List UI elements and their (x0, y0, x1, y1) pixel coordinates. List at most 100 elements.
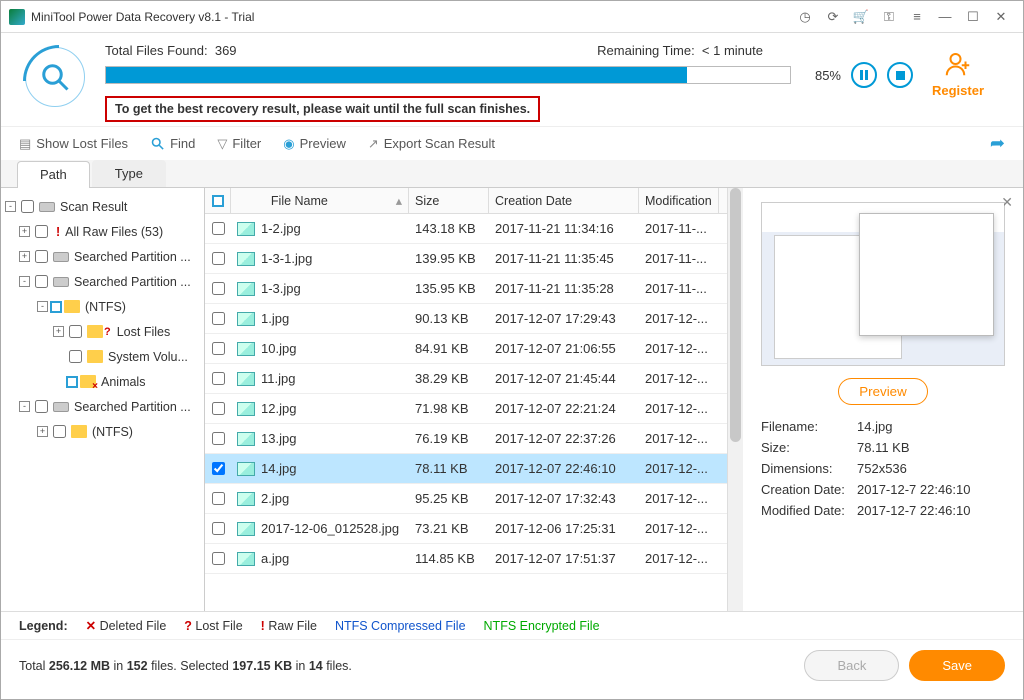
row-checkbox[interactable] (212, 342, 225, 355)
cart-icon[interactable]: 🛒 (847, 3, 875, 31)
expand-icon[interactable]: + (19, 251, 30, 262)
table-row[interactable]: 2017-12-06_012528.jpg73.21 KB2017-12-06 … (205, 514, 727, 544)
checkbox[interactable] (53, 425, 66, 438)
meta-creation: 2017-12-7 22:46:10 (857, 482, 970, 497)
checkbox[interactable] (35, 250, 48, 263)
expand-icon[interactable]: + (19, 226, 30, 237)
row-checkbox[interactable] (212, 282, 225, 295)
tree-node[interactable]: - Searched Partition ... (1, 394, 204, 419)
tree-node[interactable]: +Searched Partition ... (1, 244, 204, 269)
file-modification: 2017-12-... (639, 394, 719, 423)
register-button[interactable]: Register (913, 43, 1003, 98)
image-icon (237, 462, 255, 476)
tab-path[interactable]: Path (17, 161, 90, 188)
drive-icon (39, 202, 55, 212)
file-list-header: File Name▴ Size Creation Date Modificati… (205, 188, 727, 214)
toolbar: ▤Show Lost Files Find ▽Filter ◉Preview ↗… (1, 126, 1023, 160)
export-button[interactable]: ↗Export Scan Result (368, 136, 495, 152)
share-icon[interactable]: ➦ (990, 133, 1005, 154)
row-checkbox[interactable] (212, 252, 225, 265)
filter-button[interactable]: ▽Filter (217, 136, 261, 152)
expand-icon[interactable]: - (5, 201, 16, 212)
maximize-button[interactable]: ☐ (959, 3, 987, 31)
column-creation[interactable]: Creation Date (489, 188, 639, 213)
row-checkbox[interactable] (212, 432, 225, 445)
open-preview-button[interactable]: Preview (838, 378, 927, 405)
table-row[interactable]: 2.jpg95.25 KB2017-12-07 17:32:432017-12-… (205, 484, 727, 514)
save-button[interactable]: Save (909, 650, 1005, 681)
tree-node[interactable]: Animals (1, 369, 204, 394)
expand-icon[interactable]: - (19, 276, 30, 287)
find-button[interactable]: Find (150, 136, 195, 151)
show-lost-files-button[interactable]: ▤Show Lost Files (19, 136, 128, 152)
scrollbar-vertical[interactable] (727, 188, 743, 611)
expand-icon[interactable]: - (37, 301, 48, 312)
file-name: 14.jpg (261, 461, 296, 476)
row-checkbox[interactable] (212, 492, 225, 505)
checkbox[interactable] (69, 325, 82, 338)
table-row[interactable]: 13.jpg76.19 KB2017-12-07 22:37:262017-12… (205, 424, 727, 454)
tree-node[interactable]: +(NTFS) (1, 419, 204, 444)
tab-type[interactable]: Type (92, 160, 166, 187)
app-icon (9, 9, 25, 25)
table-row[interactable]: 12.jpg71.98 KB2017-12-07 22:21:242017-12… (205, 394, 727, 424)
row-checkbox[interactable] (212, 372, 225, 385)
column-filename[interactable]: File Name▴ (231, 188, 409, 213)
row-checkbox[interactable] (212, 462, 225, 475)
file-creation: 2017-12-07 17:29:43 (489, 304, 639, 333)
table-row[interactable]: 1-3-1.jpg139.95 KB2017-11-21 11:35:45201… (205, 244, 727, 274)
pause-button[interactable] (851, 62, 877, 88)
checkbox[interactable] (66, 376, 78, 388)
preview-button[interactable]: ◉Preview (283, 136, 346, 152)
table-row[interactable]: a.jpg114.85 KB2017-12-07 17:51:372017-12… (205, 544, 727, 574)
file-creation: 2017-12-07 17:51:37 (489, 544, 639, 573)
header-checkbox[interactable] (205, 188, 231, 213)
tree-node[interactable]: +!All Raw Files (53) (1, 219, 204, 244)
checkbox[interactable] (35, 225, 48, 238)
preview-image (761, 202, 1005, 366)
expand-icon[interactable]: + (37, 426, 48, 437)
tree-label: Searched Partition ... (74, 400, 191, 414)
row-checkbox[interactable] (212, 522, 225, 535)
checkbox[interactable] (50, 301, 62, 313)
checkbox[interactable] (35, 400, 48, 413)
menu-icon[interactable]: ≡ (903, 3, 931, 31)
expand-icon[interactable]: + (53, 326, 64, 337)
column-size[interactable]: Size (409, 188, 489, 213)
table-row[interactable]: 1-2.jpg143.18 KB2017-11-21 11:34:162017-… (205, 214, 727, 244)
table-row[interactable]: 10.jpg84.91 KB2017-12-07 21:06:552017-12… (205, 334, 727, 364)
tree-node[interactable]: +?Lost Files (1, 319, 204, 344)
checkbox[interactable] (35, 275, 48, 288)
row-checkbox[interactable] (212, 402, 225, 415)
tree-node[interactable]: -Scan Result (1, 194, 204, 219)
row-checkbox[interactable] (212, 222, 225, 235)
row-checkbox[interactable] (212, 312, 225, 325)
key-icon[interactable]: ⚿ (875, 3, 903, 31)
tree-node[interactable]: -(NTFS) (1, 294, 204, 319)
file-size: 135.95 KB (409, 274, 489, 303)
file-name: 1-3-1.jpg (261, 251, 312, 266)
tree-node[interactable]: System Volu... (1, 344, 204, 369)
file-size: 76.19 KB (409, 424, 489, 453)
table-row[interactable]: 14.jpg78.11 KB2017-12-07 22:46:102017-12… (205, 454, 727, 484)
column-modification[interactable]: Modification (639, 188, 719, 213)
tree-node[interactable]: -Searched Partition ... (1, 269, 204, 294)
minimize-button[interactable]: — (931, 3, 959, 31)
row-checkbox[interactable] (212, 552, 225, 565)
back-button[interactable]: Back (804, 650, 899, 681)
checkbox[interactable] (21, 200, 34, 213)
expand-icon[interactable]: - (19, 401, 30, 412)
stop-button[interactable] (887, 62, 913, 88)
close-button[interactable]: ✕ (987, 3, 1015, 31)
total-files-value: 369 (215, 43, 237, 58)
folder-tree[interactable]: -Scan Result+!All Raw Files (53)+Searche… (1, 188, 205, 611)
file-name: 1-3.jpg (261, 281, 301, 296)
refresh-icon[interactable]: ⟳ (819, 3, 847, 31)
table-row[interactable]: 11.jpg38.29 KB2017-12-07 21:45:442017-12… (205, 364, 727, 394)
clock-icon[interactable]: ◷ (791, 3, 819, 31)
checkbox[interactable] (69, 350, 82, 363)
scan-header: Total Files Found: 369 Remaining Time: <… (1, 33, 1023, 126)
file-size: 95.25 KB (409, 484, 489, 513)
table-row[interactable]: 1-3.jpg135.95 KB2017-11-21 11:35:282017-… (205, 274, 727, 304)
table-row[interactable]: 1.jpg90.13 KB2017-12-07 17:29:432017-12-… (205, 304, 727, 334)
